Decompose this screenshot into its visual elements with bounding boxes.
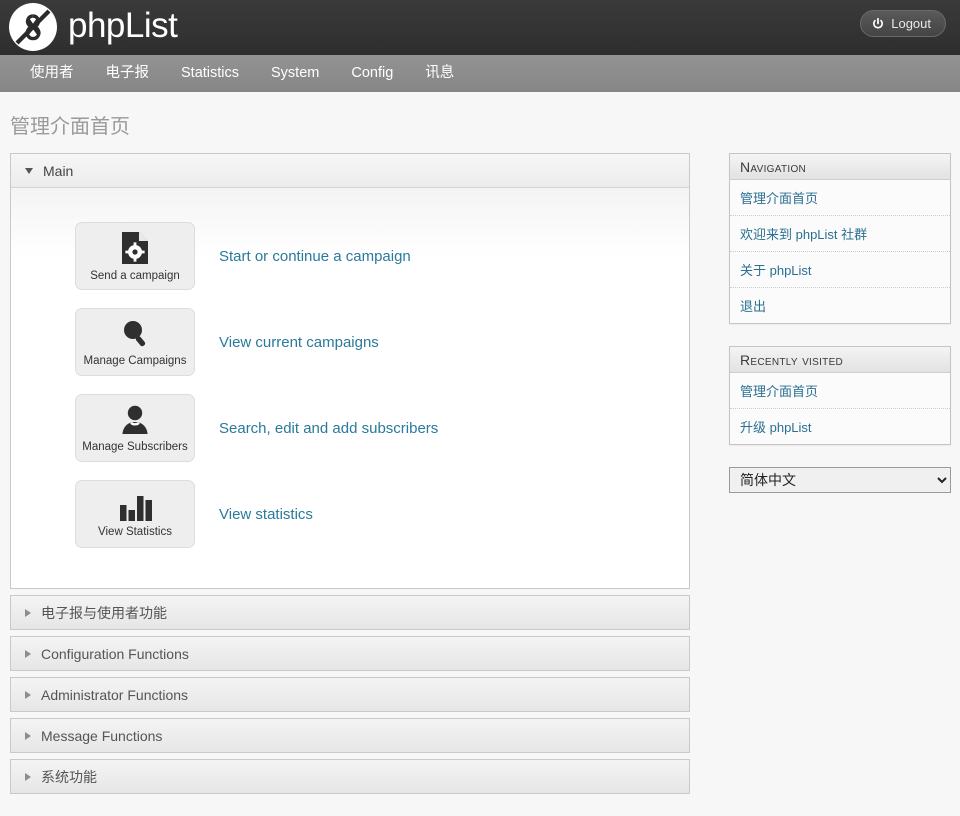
- section-label: Configuration Functions: [41, 645, 189, 662]
- nav-item-statistics[interactable]: Statistics: [165, 55, 255, 92]
- tile-manage-subscribers[interactable]: Manage Subscribers: [75, 394, 195, 462]
- bar-chart-icon: [120, 495, 152, 521]
- tile-manage-campaigns[interactable]: Manage Campaigns: [75, 308, 195, 376]
- chevron-right-icon: [25, 608, 31, 617]
- nav-item-users[interactable]: 使用者: [14, 55, 90, 92]
- tile-label: Manage Subscribers: [82, 440, 188, 453]
- section-label: 系统功能: [41, 768, 97, 785]
- nav-item-newsletter[interactable]: 电子报: [90, 55, 166, 92]
- main-panel-title: Main: [43, 162, 74, 179]
- link-search-edit-and-add-subscribers[interactable]: Search, edit and add subscribers: [219, 420, 438, 437]
- chevron-right-icon: [25, 649, 31, 658]
- language-select[interactable]: 简体中文: [729, 467, 951, 493]
- tile-label: View Statistics: [98, 525, 172, 538]
- tile-label: Manage Campaigns: [83, 354, 187, 367]
- link-view-statistics[interactable]: View statistics: [219, 506, 313, 523]
- section-system-functions[interactable]: 系统功能: [10, 759, 690, 794]
- recently-visited-heading: Recently visited: [730, 347, 950, 373]
- section-administrator-functions[interactable]: Administrator Functions: [10, 677, 690, 712]
- document-gear-icon: [122, 231, 148, 264]
- power-icon: [873, 17, 884, 29]
- logout-button[interactable]: Logout: [860, 10, 946, 37]
- sidebar-link-logout[interactable]: 退出: [730, 288, 950, 323]
- nav-item-system[interactable]: System: [255, 55, 335, 92]
- main-navigation: 使用者 电子报 Statistics System Config 讯息: [0, 55, 960, 92]
- section-configuration-functions[interactable]: Configuration Functions: [10, 636, 690, 671]
- page-title: 管理介面首页: [10, 116, 130, 138]
- section-label: 电子报与使用者功能: [41, 604, 167, 621]
- navigation-box: Navigation 管理介面首页 欢迎来到 phpList 社群 关于 php…: [729, 153, 951, 324]
- chevron-down-icon: [25, 167, 33, 174]
- logout-label: Logout: [891, 16, 931, 31]
- section-label: Message Functions: [41, 727, 163, 744]
- tile-row: View Statistics View statistics: [11, 480, 689, 548]
- section-label: Administrator Functions: [41, 686, 189, 703]
- main-content-column: Main Send a campaign Start or continue a…: [10, 153, 690, 794]
- sidebar-link-dashboard[interactable]: 管理介面首页: [730, 180, 950, 216]
- page-body: Main Send a campaign Start or continue a…: [0, 153, 960, 794]
- tile-row: Send a campaign Start or continue a camp…: [11, 222, 689, 290]
- nav-item-messages[interactable]: 讯息: [409, 55, 470, 92]
- tile-label: Send a campaign: [90, 269, 180, 282]
- chevron-right-icon: [25, 690, 31, 699]
- section-newsletter-and-user-functions[interactable]: 电子报与使用者功能: [10, 595, 690, 630]
- chevron-right-icon: [25, 731, 31, 740]
- person-icon: [122, 405, 148, 434]
- recent-link-upgrade[interactable]: 升级 phpList: [730, 409, 950, 444]
- recent-link-dashboard[interactable]: 管理介面首页: [730, 373, 950, 409]
- sidebar-link-community[interactable]: 欢迎来到 phpList 社群: [730, 216, 950, 252]
- tile-row: Manage Subscribers Search, edit and add …: [11, 394, 689, 462]
- magnifier-icon: [124, 320, 146, 346]
- navigation-heading: Navigation: [730, 154, 950, 180]
- tile-view-statistics[interactable]: View Statistics: [75, 480, 195, 548]
- sidebar-link-about[interactable]: 关于 phpList: [730, 252, 950, 288]
- phplist-logo-icon: [9, 3, 57, 51]
- brand-name: phpList: [68, 5, 178, 45]
- recently-visited-box: Recently visited 管理介面首页 升级 phpList: [729, 346, 951, 445]
- main-panel-body: Send a campaign Start or continue a camp…: [11, 188, 689, 588]
- main-panel: Main Send a campaign Start or continue a…: [10, 153, 690, 589]
- section-message-functions[interactable]: Message Functions: [10, 718, 690, 753]
- app-header: phpList Logout: [0, 0, 960, 55]
- nav-item-config[interactable]: Config: [335, 55, 409, 92]
- link-start-or-continue-a-campaign[interactable]: Start or continue a campaign: [219, 248, 411, 265]
- brand-logo[interactable]: phpList: [8, 2, 178, 52]
- main-panel-header[interactable]: Main: [11, 154, 689, 188]
- tile-row: Manage Campaigns View current campaigns: [11, 308, 689, 376]
- chevron-right-icon: [25, 772, 31, 781]
- sidebar: Navigation 管理介面首页 欢迎来到 phpList 社群 关于 php…: [729, 153, 951, 493]
- tile-send-a-campaign[interactable]: Send a campaign: [75, 222, 195, 290]
- link-view-current-campaigns[interactable]: View current campaigns: [219, 334, 379, 351]
